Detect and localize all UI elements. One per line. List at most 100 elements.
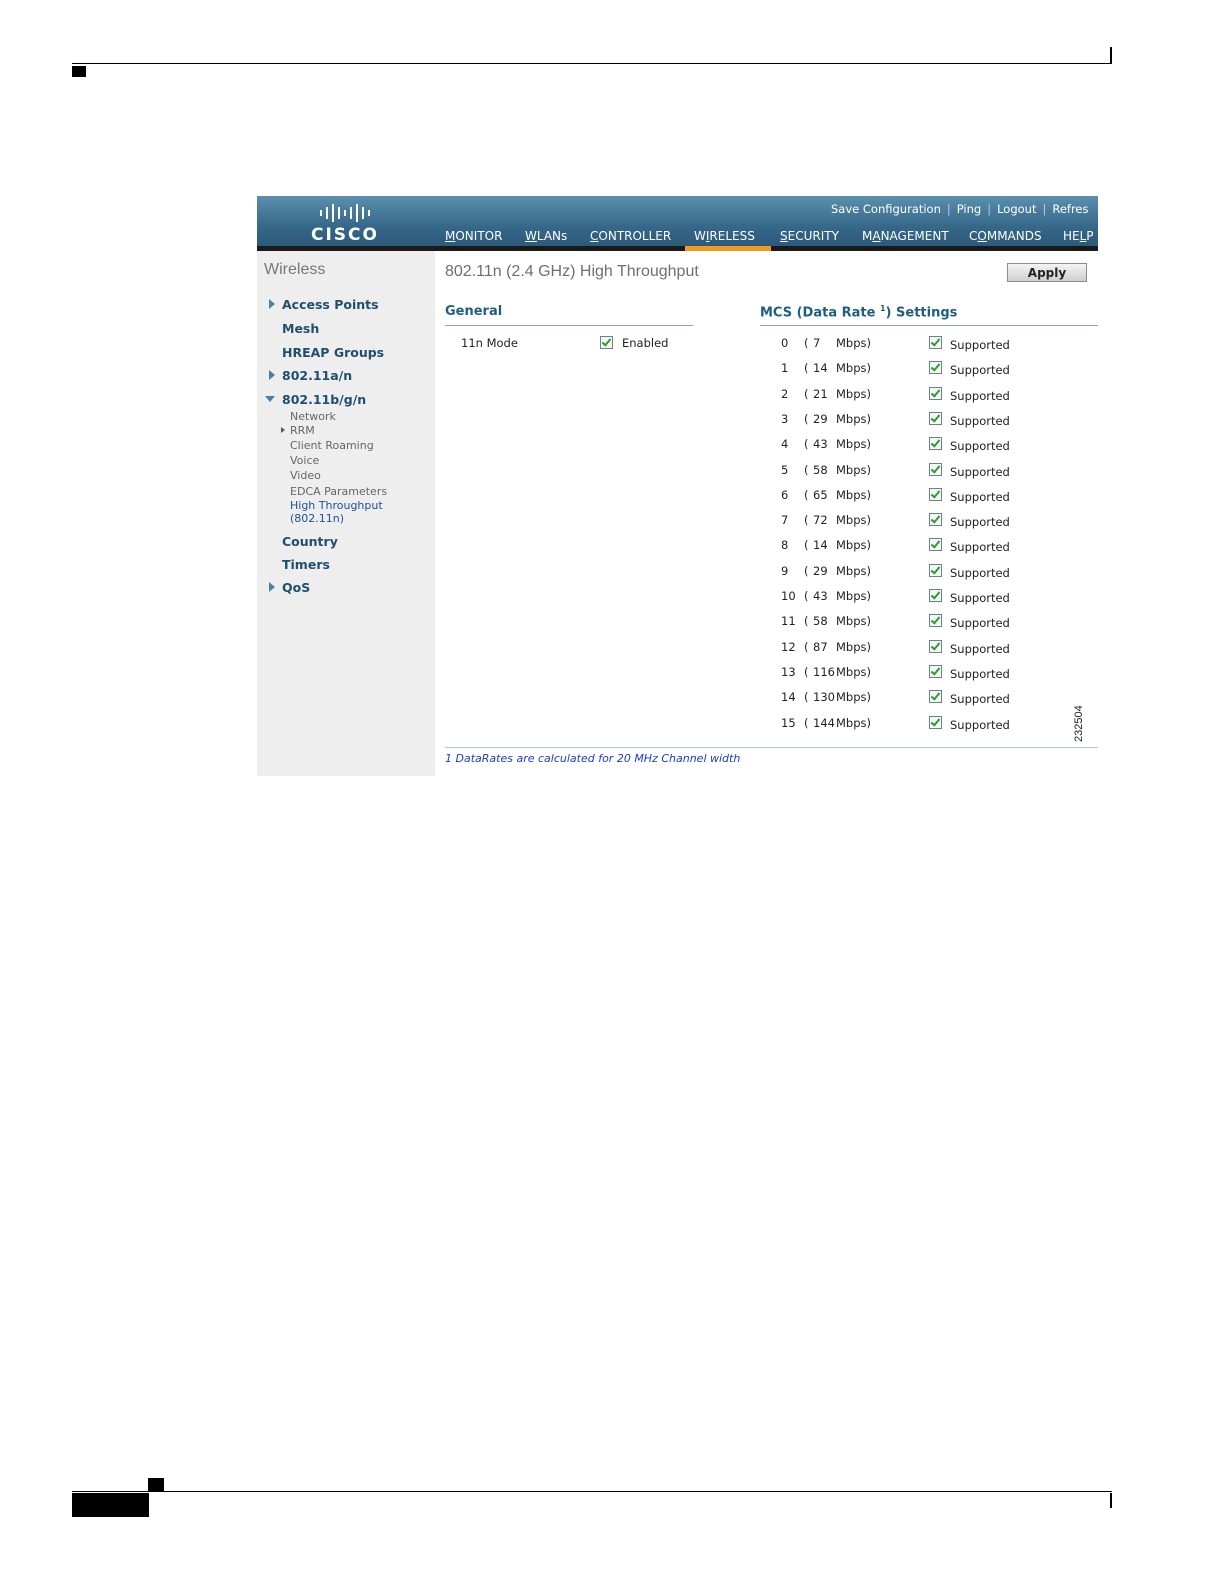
mcs-rate-open-paren: ( [804,462,809,477]
mcs-rate-value: 21 [813,386,828,401]
mcs-rate-open-paren: ( [804,513,809,528]
mcs-rate-unit: Mbps) [836,563,871,578]
mcs-rate-value: 29 [813,411,828,426]
mcs-rate-open-paren: ( [804,563,809,578]
mcs-supported-checkbox[interactable] [929,487,942,501]
mcs-index: 10 [781,589,796,603]
mcs-supported-label: Supported [950,616,1010,631]
mcs-supported-checkbox[interactable] [929,563,942,577]
nav-monitor[interactable]: MONITOR [445,229,502,243]
mcs-rate-row: 6 (65 Mbps) Supported [257,487,1098,508]
mcs-supported-checkbox[interactable] [929,386,942,400]
page-top-rule [72,63,1112,64]
nav-management[interactable]: MANAGEMENT [862,229,949,243]
mcs-index: 9 [781,563,789,578]
mcs-rate-unit: Mbps) [836,690,871,705]
mcs-rate-row: 15 (144 Mbps) Supported [257,715,1098,736]
mcs-rate-open-paren: ( [804,386,809,401]
nav-controller[interactable]: CONTROLLER [590,229,671,243]
logout-link[interactable]: Logout [997,202,1036,216]
mcs-index: 7 [781,513,789,528]
mcs-rate-row: 8 (14 Mbps) Supported [257,538,1098,558]
utility-links: Save Configuration | Ping | Logout | Refres [831,202,1089,216]
mcs-supported-label: Supported [950,489,1010,504]
nav-wlans[interactable]: WLANs [525,229,567,243]
mcs-rate-row: 10 (43 Mbps) Supported [257,589,1098,609]
mcs-supported-checkbox[interactable] [929,462,942,476]
cisco-logo-bars-icon [307,203,383,223]
nav-wireless[interactable]: WIRELESS [694,229,755,243]
mcs-index: 13 [781,664,796,679]
mcs-rate-value: 58 [813,462,828,477]
mcs-rate-unit: Mbps) [836,639,871,654]
mcs-rate-unit: Mbps) [836,715,871,730]
mcs-title-text: MCS (Data Rate [760,305,880,321]
mcs-rate-value: 29 [813,563,828,578]
mcs-rate-value: 72 [813,513,828,528]
general-section-title: General [445,304,503,319]
nav-security[interactable]: SECURITY [780,229,839,243]
mcs-rate-row: 12 (87 Mbps) Supported [257,639,1098,660]
mcs-rate-open-paren: ( [804,411,809,426]
mcs-rate-open-paren: ( [804,639,809,654]
mcs-rate-value: 130 [813,690,835,705]
mcs-rate-open-paren: ( [804,538,809,553]
general-section-rule [445,325,693,326]
mcs-supported-checkbox[interactable] [929,690,942,704]
mcs-index: 6 [781,487,789,502]
mcs-supported-checkbox[interactable] [929,715,942,729]
mcs-supported-checkbox[interactable] [929,437,942,451]
nav-help[interactable]: HELP [1063,229,1094,243]
page-bottom-rule [72,1491,1112,1492]
mcs-rate-value: 14 [813,538,828,553]
mcs-rate-value: 43 [813,437,828,452]
mcs-supported-checkbox[interactable] [929,589,942,602]
mcs-supported-label: Supported [950,413,1010,428]
mcs-rate-row: 0 (7 Mbps) Supported [257,336,1098,356]
mcs-section-rule [760,325,1098,326]
mcs-rate-row: 14 (130 Mbps) Supported [257,690,1098,710]
save-configuration-link[interactable]: Save Configuration [831,202,941,216]
mcs-supported-checkbox[interactable] [929,411,942,425]
mcs-rate-value: 116 [813,664,835,679]
cisco-logo: CISCO [307,203,383,245]
mcs-rate-row: 1 (14 Mbps) Supported [257,361,1098,381]
mcs-title-suffix: ) Settings [885,305,958,321]
mcs-rate-open-paren: ( [804,361,809,376]
mcs-supported-checkbox[interactable] [929,614,942,628]
mcs-supported-checkbox[interactable] [929,639,942,653]
mcs-supported-label: Supported [950,717,1010,732]
mcs-index: 2 [781,386,789,401]
mcs-rate-value: 144 [813,715,835,730]
mcs-rate-unit: Mbps) [836,513,871,528]
refresh-link[interactable]: Refres [1052,202,1088,216]
mcs-supported-checkbox[interactable] [929,336,942,349]
mcs-rate-value: 65 [813,487,828,502]
mcs-supported-checkbox[interactable] [929,513,942,527]
mcs-supported-label: Supported [950,666,1010,681]
nav-commands[interactable]: COMMANDS [969,229,1042,243]
mcs-index: 0 [781,336,789,350]
mcs-supported-label: Supported [950,338,1010,352]
mcs-rate-row: 4 (43 Mbps) Supported [257,437,1098,457]
mcs-rate-open-paren: ( [804,336,809,350]
mcs-supported-label: Supported [950,692,1010,707]
mcs-index: 11 [781,614,796,629]
mcs-rate-unit: Mbps) [836,487,871,502]
mcs-rate-unit: Mbps) [836,336,871,350]
mcs-supported-checkbox[interactable] [929,538,942,552]
expand-arrow-icon[interactable] [269,299,275,309]
sidebar-item-mesh[interactable]: Mesh [282,321,319,336]
page-title: 802.11n (2.4 GHz) High Throughput [445,263,699,280]
mcs-supported-label: Supported [950,388,1010,403]
cisco-logo-text: CISCO [311,225,379,245]
apply-button[interactable]: Apply [1007,263,1087,282]
mcs-rate-unit: Mbps) [836,437,871,452]
mcs-rate-unit: Mbps) [836,538,871,553]
sidebar-item-access-points[interactable]: Access Points [282,297,379,312]
mcs-supported-checkbox[interactable] [929,361,942,375]
mcs-rate-row: 7 (72 Mbps) Supported [257,513,1098,533]
ping-link[interactable]: Ping [957,202,981,216]
mcs-supported-checkbox[interactable] [929,664,942,678]
page-bottom-tick [1110,1493,1112,1508]
